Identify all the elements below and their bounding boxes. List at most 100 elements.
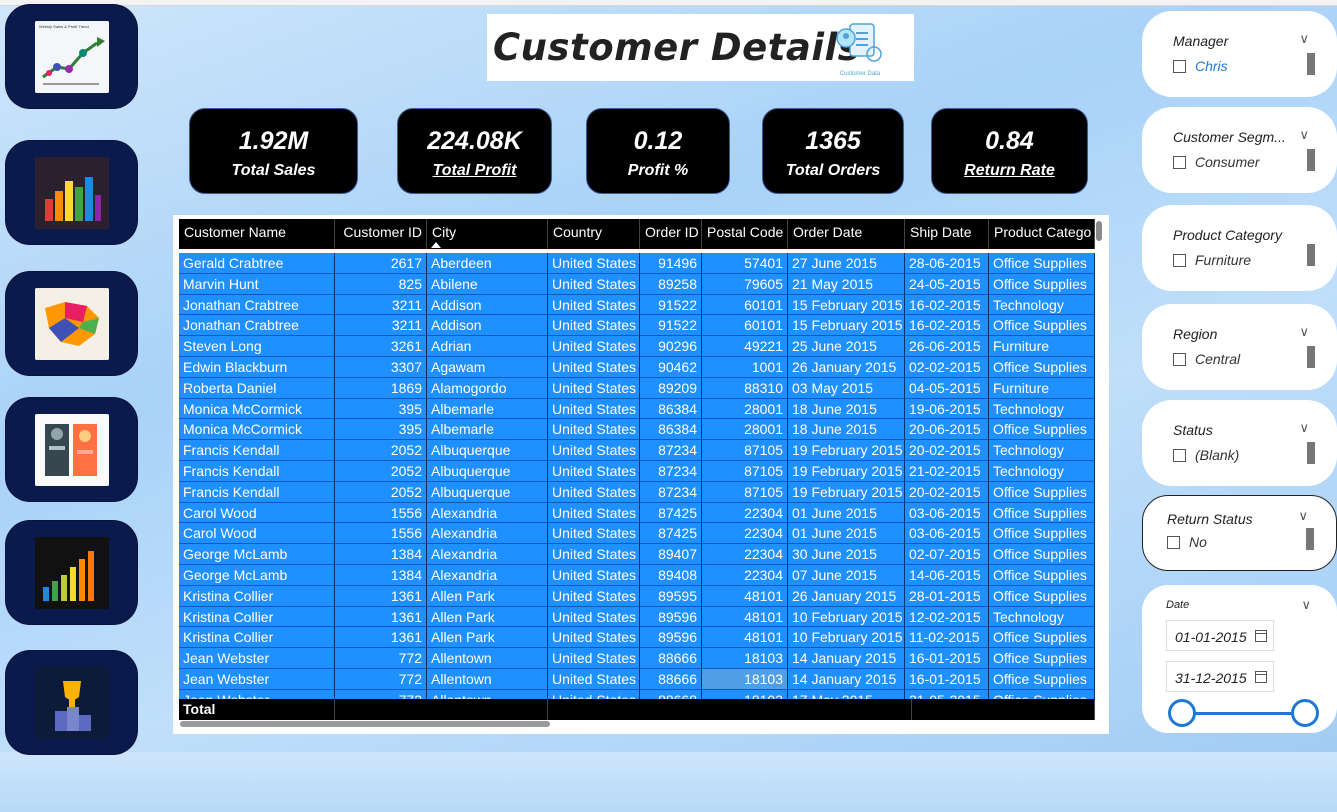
date-range-end-handle[interactable] (1291, 699, 1319, 727)
table-cell: 86384 (640, 398, 702, 420)
chevron-down-icon[interactable]: ∨ (1301, 597, 1311, 613)
chevron-down-icon[interactable]: ∨ (1299, 127, 1309, 143)
table-row[interactable]: Francis Kendall 2052 Albuquerque United Sta… (179, 440, 1095, 461)
column-header[interactable]: Customer Name (179, 219, 335, 249)
table-cell: 30 June 2015 (788, 544, 905, 565)
table-row[interactable]: Jean Webster772AllentownUnited States886… (179, 648, 1095, 669)
table-row[interactable]: Roberta Daniel 1869 Alamogordo United State… (179, 377, 1095, 399)
table-row[interactable]: Monica McCormick 395 Albemarle United State… (179, 419, 1095, 441)
table-row[interactable]: Edwin Blackburn 3307 Agawam United States 90… (179, 356, 1095, 378)
kpi-return-rate[interactable]: 0.84 Return Rate (931, 108, 1088, 194)
table-row[interactable]: Francis Kendall 2052 Albuquerque United Sta… (179, 460, 1095, 482)
table-cell: United States (548, 585, 640, 607)
table-row[interactable]: George McLamb 1384 Alexandria United States… (179, 564, 1095, 586)
table-row[interactable]: Carol Wood 1556 Alexandria United States 874… (179, 502, 1095, 524)
slicer-scrollbar[interactable] (1307, 149, 1315, 171)
column-header[interactable]: Customer ID (335, 219, 427, 249)
checkbox[interactable] (1167, 535, 1180, 549)
column-header[interactable]: Postal Code (702, 219, 788, 249)
table-cell: Alexandria (427, 564, 548, 586)
kpi-total-profit[interactable]: 224.08K Total Profit (397, 108, 552, 194)
table-row[interactable]: Marvin Hunt 825 Abilene United States 89258 7… (179, 273, 1095, 295)
table-cell: 15 February 2015 (788, 315, 905, 337)
slicer-scrollbar[interactable] (1306, 528, 1314, 550)
slicer-manager[interactable]: Manager ∨ Chris (1142, 11, 1337, 97)
table-cell: 91522 (640, 294, 702, 316)
table-row[interactable]: Jean Webster772AllentownUnited States886… (179, 668, 1095, 690)
checkbox[interactable] (1173, 253, 1186, 267)
table-row[interactable]: Kristina Collier 1361 Allen Park United Sta… (179, 606, 1095, 628)
slicer-option[interactable]: No (1167, 534, 1207, 550)
slicer-option[interactable]: Chris (1173, 58, 1228, 74)
table-row[interactable]: Kristina Collier 1361 Allen Park United Sta… (179, 627, 1095, 649)
column-header[interactable]: Product Catego (989, 219, 1095, 249)
slicer-option[interactable]: Central (1173, 351, 1240, 367)
column-header[interactable]: Order Date (788, 219, 905, 249)
slicer-return-status[interactable]: Return Status ∨ No (1142, 495, 1337, 571)
table-cell: 3261 (335, 336, 427, 357)
table-row[interactable]: Steven Long 3261 Adrian United States 90296 4… (179, 336, 1095, 357)
column-header[interactable]: Country (548, 219, 640, 249)
kpi-label[interactable]: Return Rate (932, 162, 1087, 180)
table-vertical-scrollbar[interactable] (1096, 221, 1102, 241)
chevron-down-icon[interactable]: ∨ (1299, 324, 1309, 340)
date-range-start-handle[interactable] (1168, 699, 1196, 727)
slicer-scrollbar[interactable] (1307, 442, 1315, 464)
slicer-scrollbar[interactable] (1307, 53, 1315, 75)
date-end-input[interactable]: 31-12-2015 (1166, 661, 1274, 692)
table-cell: 1869 (335, 377, 427, 399)
nav-button-bar-chart[interactable] (6, 521, 137, 624)
slicer-status[interactable]: Status ∨ (Blank) (1142, 400, 1337, 486)
slicer-scrollbar[interactable] (1307, 346, 1315, 368)
table-cell: United States (548, 648, 640, 669)
table-row[interactable]: George McLamb 1384 Alexandria United States… (179, 544, 1095, 565)
table-row[interactable]: Monica McCormick 395 Albemarle United State… (179, 398, 1095, 420)
checkbox[interactable] (1173, 155, 1186, 169)
slicer-customer-segment[interactable]: Customer Segm... ∨ Consumer (1142, 107, 1337, 193)
calendar-icon[interactable] (1255, 630, 1267, 642)
slicer-region[interactable]: Region ∨ Central (1142, 304, 1337, 390)
table-cell: Office Supplies (989, 481, 1095, 503)
checkbox[interactable] (1173, 59, 1186, 73)
slicer-option[interactable]: (Blank) (1173, 447, 1239, 463)
table-horizontal-scrollbar[interactable] (180, 721, 550, 727)
calendar-icon[interactable] (1255, 671, 1267, 683)
table-row[interactable]: Carol Wood 1556 Alexandria United States 874… (179, 523, 1095, 545)
table-cell: 18103 (702, 668, 788, 690)
table-cell: 12-02-2015 (905, 606, 989, 628)
sales-trend-thumbnail: Weekly Sales & Profit Trend (34, 20, 109, 93)
date-range-track[interactable] (1182, 712, 1306, 715)
table-row[interactable]: Kristina Collier 1361 Allen Park United Sta… (179, 585, 1095, 607)
nav-button-sales-trend[interactable]: Weekly Sales & Profit Trend (6, 5, 137, 108)
svg-text:Weekly Sales & Profit Trend: Weekly Sales & Profit Trend (39, 24, 89, 29)
nav-button-map[interactable] (6, 272, 137, 375)
table-row[interactable]: Francis Kendall 2052 Albuquerque United Sta… (179, 481, 1095, 503)
slicer-scrollbar[interactable] (1307, 244, 1315, 266)
chevron-down-icon[interactable]: ∨ (1299, 420, 1309, 436)
checkbox[interactable] (1173, 352, 1186, 366)
chevron-down-icon[interactable]: ∨ (1299, 31, 1309, 47)
table-row[interactable]: Jonathan Crabtree 3211 Addison United State… (179, 294, 1095, 316)
table-cell: 2052 (335, 440, 427, 461)
column-header[interactable]: City (427, 219, 548, 249)
date-start-input[interactable]: 01-01-2015 (1166, 620, 1274, 651)
table-row[interactable]: Jonathan Crabtree 3211 Addison United State… (179, 315, 1095, 337)
nav-button-charts[interactable] (6, 141, 137, 244)
table-cell: 16-02-2015 (905, 294, 989, 316)
table-cell: 01 June 2015 (788, 523, 905, 545)
slicer-option[interactable]: Furniture (1173, 252, 1251, 268)
chevron-down-icon[interactable]: ∨ (1298, 508, 1308, 524)
table-row[interactable]: Gerald Crabtree 2617 Aberdeen United States… (179, 253, 1095, 274)
column-header[interactable]: Order ID (640, 219, 702, 249)
table-cell: Technology (989, 440, 1095, 461)
kpi-label[interactable]: Total Profit (398, 162, 551, 180)
checkbox[interactable] (1173, 448, 1186, 462)
slicer-product-category[interactable]: Product Category Furniture (1142, 205, 1337, 291)
slicer-title: Customer Segm... (1173, 129, 1286, 145)
column-header[interactable]: Ship Date (905, 219, 989, 249)
slicer-date[interactable]: Date ∨ 01-01-2015 31-12-2015 (1142, 585, 1337, 733)
table-cell: Adrian (427, 336, 548, 357)
nav-button-people[interactable] (6, 398, 137, 501)
slicer-option[interactable]: Consumer (1173, 154, 1260, 170)
nav-button-trophy[interactable] (6, 651, 137, 754)
